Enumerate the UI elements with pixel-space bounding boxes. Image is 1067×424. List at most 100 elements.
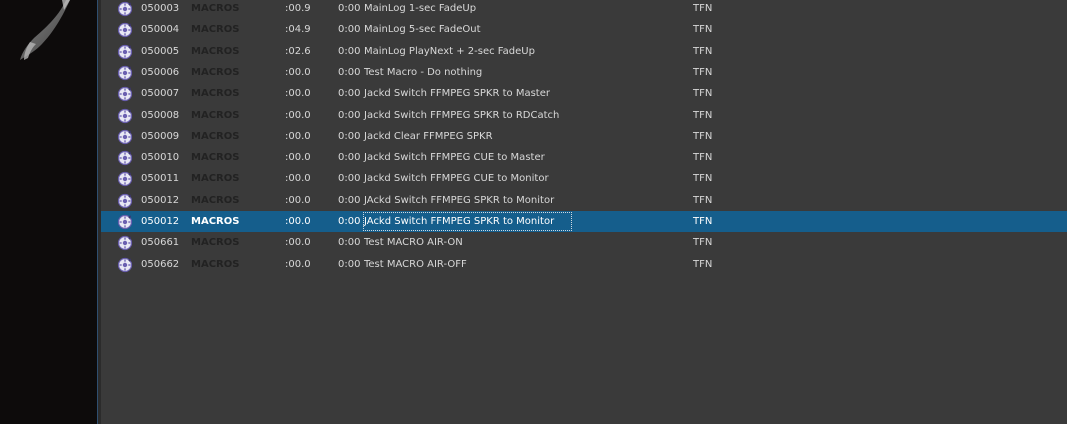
cart-owner: TFN (693, 24, 713, 35)
cart-time: 0:00 (338, 173, 361, 184)
cart-length: :00.0 (285, 237, 311, 248)
cart-group: MACROS (191, 110, 240, 121)
cart-title: MainLog PlayNext + 2-sec FadeUp (364, 46, 535, 57)
background-image-panel (0, 0, 97, 424)
cart-number: 050005 (141, 46, 180, 57)
cart-time: 0:00 (338, 3, 361, 14)
cart-owner: TFN (693, 173, 713, 184)
cart-group: MACROS (191, 88, 240, 99)
cart-title: Jackd Switch FFMPEG SPKR to RDCatch (364, 110, 560, 121)
cart-length: :00.9 (285, 3, 311, 14)
cart-time: 0:00 (338, 24, 361, 35)
cart-group: MACROS (191, 67, 240, 78)
cart-number: 050010 (141, 152, 180, 163)
cart-number: 050012 (141, 216, 180, 227)
cart-group: MACROS (191, 131, 240, 142)
macro-cart-icon (117, 171, 133, 187)
cart-time: 0:00 (338, 152, 361, 163)
cart-owner: TFN (693, 259, 713, 270)
cart-time: 0:00 (338, 67, 361, 78)
cart-title: Jackd Switch FFMPEG CUE to Monitor (364, 173, 549, 184)
cart-number: 050006 (141, 67, 180, 78)
macro-cart-icon (117, 235, 133, 251)
table-row[interactable]: 050011 MACROS:00.0 0:00 Jackd Switch FFMPEG… (101, 168, 1067, 189)
macro-cart-icon (117, 65, 133, 81)
macro-cart-icon (117, 22, 133, 38)
cart-group: MACROS (191, 237, 240, 248)
table-row[interactable]: 050003 MACROS :00.9 0:00 MainLog 1-sec FadeU… (101, 0, 1067, 19)
cart-length: :02.6 (285, 46, 311, 57)
table-row[interactable]: 050661 MACROS :00.0 0:00 Test MACRO AIR-ON TF… (101, 232, 1067, 253)
cart-title: Jackd Clear FFMPEG SPKR (364, 131, 493, 142)
cart-title: Test MACRO AIR-OFF (364, 259, 467, 270)
cart-title: Test Macro - Do nothing (364, 67, 483, 78)
cart-group: MACROS (191, 46, 240, 57)
cart-group: MACROS (191, 216, 240, 227)
cart-number: 050012 (141, 195, 180, 206)
macro-cart-icon (117, 193, 133, 209)
cart-group: MACROS (191, 195, 240, 206)
cart-title: Jackd Switch FFMPEG SPKR to Master (364, 88, 550, 99)
cart-list[interactable]: 050003 MACROS:00.9 0:00 MainLog 1-sec FadeU… (101, 0, 1067, 424)
cart-title: MainLog 1-sec FadeUp (364, 3, 477, 14)
macro-cart-icon (117, 150, 133, 166)
table-row[interactable]: 050007 MACROS:00.0 0:00 Jackd Switch FFMPEG… (101, 83, 1067, 104)
cart-group: MACROS (191, 24, 240, 35)
cart-time: 0:00 (338, 46, 361, 57)
cart-time: 0:00 (338, 110, 361, 121)
cart-owner: TFN (693, 3, 713, 14)
cart-owner: TFN (693, 110, 713, 121)
cart-length: :00.0 (285, 173, 311, 184)
table-row[interactable]: 050012 MACROS :00.0 0:00 JAckd Switch FFMPEG… (101, 190, 1067, 211)
cart-number: 050003 (141, 3, 180, 14)
cart-owner: TFN (693, 131, 713, 142)
cart-length: :00.0 (285, 152, 311, 163)
macro-cart-icon (117, 1, 133, 17)
cart-number: 050008 (141, 110, 180, 121)
table-row[interactable]: 050008 MACROS :00.0 0:00 Jackd Switch FFMPEG… (101, 105, 1067, 126)
cart-owner: TFN (693, 67, 713, 78)
macro-cart-icon (117, 129, 133, 145)
table-row[interactable]: 050005 MACROS :02.6 0:00 MainLog PlayNext + … (101, 41, 1067, 62)
cart-number: 050661 (141, 237, 180, 248)
cart-length: :04.9 (285, 24, 311, 35)
cart-number: 050662 (141, 259, 180, 270)
table-row-selected[interactable]: 050012 MACROS :00.0 0:00 JAckd Switch FFMPEG… (101, 211, 1067, 232)
cart-owner: TFN (693, 237, 713, 248)
background-artwork (0, 0, 97, 424)
table-row[interactable]: 050009 MACROS:00.0 0:00 Jackd Clear FFMPEG … (101, 126, 1067, 147)
cart-group: MACROS (191, 152, 240, 163)
cart-title: Test MACRO AIR-ON (364, 237, 463, 248)
cart-length: :00.0 (285, 259, 311, 270)
cart-length: :00.0 (285, 131, 311, 142)
cart-number: 050004 (141, 24, 180, 35)
cart-group: MACROS (191, 3, 240, 14)
table-row[interactable]: 050006 MACROS :00.0 0:00 Test Macro - Do not… (101, 62, 1067, 83)
table-row[interactable]: 050662 MACROS:00.0 0:00 Test MACRO AIR-OFF T… (101, 254, 1067, 275)
macro-cart-icon (117, 108, 133, 124)
cart-title: JAckd Switch FFMPEG SPKR to Monitor (364, 195, 555, 206)
cart-group: MACROS (191, 173, 240, 184)
cart-group: MACROS (191, 259, 240, 270)
cart-title: Jackd Switch FFMPEG CUE to Master (364, 152, 545, 163)
cart-number: 050007 (141, 88, 180, 99)
cart-owner: TFN (693, 195, 713, 206)
cart-title: MainLog 5-sec FadeOut (364, 24, 481, 35)
macro-cart-icon (117, 44, 133, 60)
cart-length: :00.0 (285, 195, 311, 206)
macro-cart-icon (117, 86, 133, 102)
cart-time: 0:00 (338, 131, 361, 142)
cart-time: 0:00 (338, 216, 361, 227)
cart-owner: TFN (693, 216, 713, 227)
cart-length: :00.0 (285, 216, 311, 227)
macro-cart-icon (117, 214, 133, 230)
cart-time: 0:00 (338, 195, 361, 206)
cart-length: :00.0 (285, 67, 311, 78)
cart-title: JAckd Switch FFMPEG SPKR to Monitor (363, 212, 573, 231)
table-row[interactable]: 050004 MACROS :04.9 0:00 MainLog 5-sec FadeO… (101, 19, 1067, 40)
cart-owner: TFN (693, 88, 713, 99)
macro-cart-icon (117, 257, 133, 273)
cart-time: 0:00 (338, 237, 361, 248)
table-row[interactable]: 050010 MACROS :00.0 0:00 Jackd Switch FFMPEG… (101, 147, 1067, 168)
cart-length: :00.0 (285, 110, 311, 121)
